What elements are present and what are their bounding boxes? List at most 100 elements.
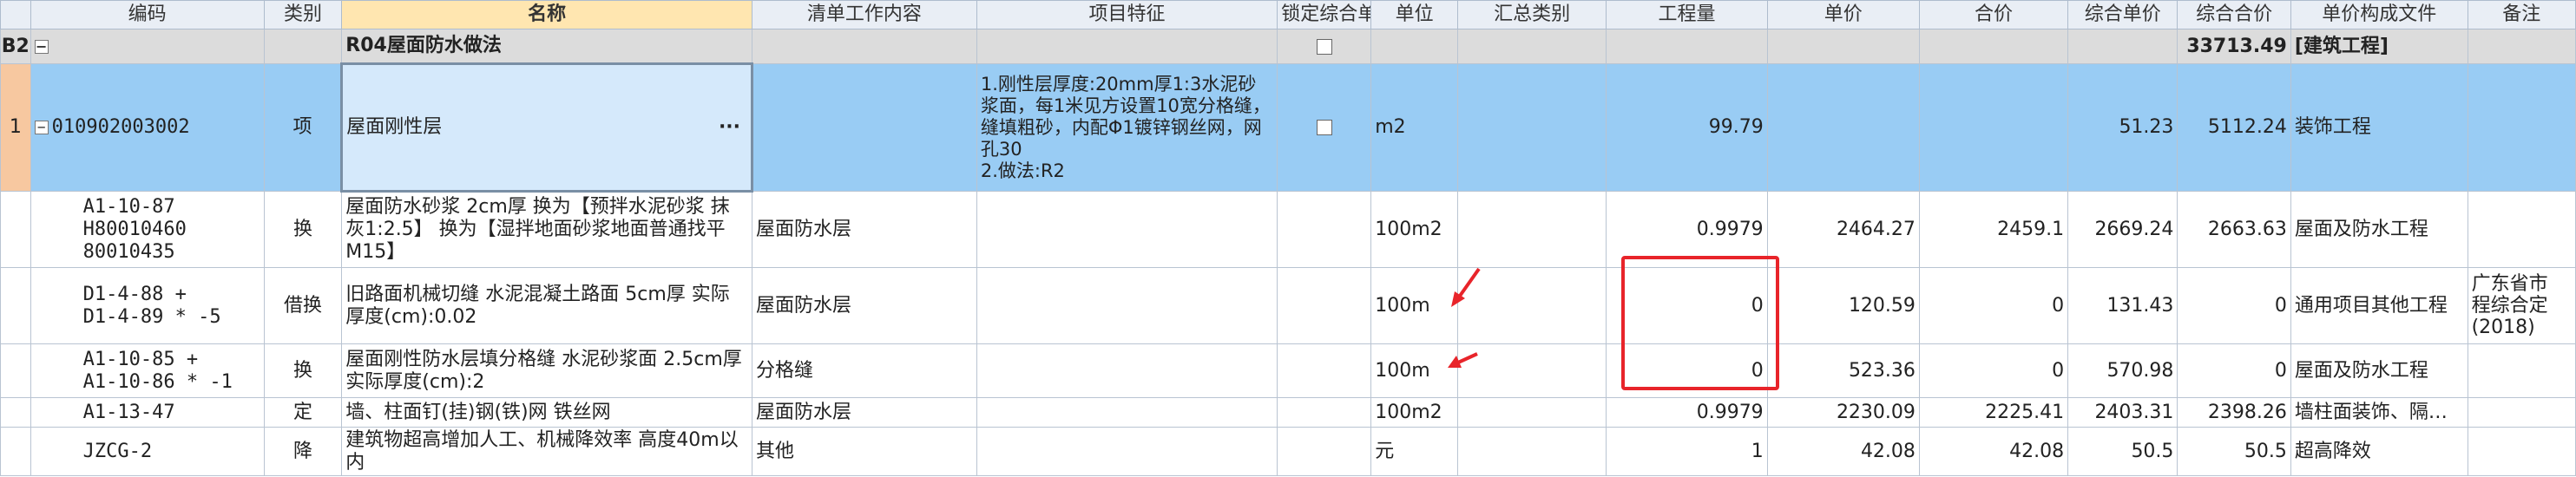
quota-comp-total: 50.5 (2177, 427, 2291, 476)
bill-name: 屋面刚性层 (346, 116, 443, 138)
quota-comp-price: 570.98 (2067, 343, 2178, 398)
col-header-summary-type[interactable]: 汇总类别 (1457, 0, 1607, 29)
quota-name[interactable]: 屋面防水砂浆 2cm厚 换为【预拌水泥砂浆 抹灰1:2.5】 换为【湿拌地面砂浆… (341, 191, 753, 268)
bill-type: 项 (263, 63, 343, 192)
more-icon[interactable]: ··· (719, 116, 740, 139)
table-row[interactable]: A1-13-47 定 墙、柱面钉(挂)钢(铁)网 铁丝网 屋面防水层 100m2… (0, 397, 2576, 428)
quota-quantity[interactable]: 1 (1606, 427, 1768, 476)
col-header-feature[interactable]: 项目特征 (976, 0, 1278, 29)
bill-code: 010902003002 (51, 116, 190, 138)
quota-remark: 广东省市 程综合定 (2018) (2467, 267, 2576, 344)
header-row: 编码 类别 名称 清单工作内容 项目特征 锁定综合单价 单位 汇总类别 工程量 … (0, 0, 2576, 29)
col-header-name[interactable]: 名称 (341, 0, 753, 29)
col-header-comp-price[interactable]: 综合单价 (2067, 0, 2178, 29)
quota-unit-price: 42.08 (1766, 427, 1920, 476)
group-file: [建筑工程] (2290, 29, 2468, 64)
quota-name[interactable]: 墙、柱面钉(挂)钢(铁)网 铁丝网 (341, 397, 753, 428)
quota-unit: 100m (1370, 343, 1459, 398)
quota-unit-price: 2464.27 (1766, 191, 1920, 268)
quota-type: 降 (263, 427, 343, 476)
col-header-unit[interactable]: 单位 (1370, 0, 1459, 29)
bill-comp-price: 51.23 (2067, 63, 2178, 192)
quota-type: 换 (263, 343, 343, 398)
col-header-code[interactable]: 编码 (30, 0, 265, 29)
quota-comp-price: 2403.31 (2067, 397, 2178, 428)
quota-unit-price: 523.36 (1766, 343, 1920, 398)
quota-code: A1-10-87 H80010460 80010435 (30, 191, 265, 268)
quota-unit: 100m2 (1370, 397, 1459, 428)
col-header-price-file[interactable]: 单价构成文件 (2290, 0, 2468, 29)
quota-quantity[interactable]: 0 (1606, 267, 1768, 344)
quota-code: A1-10-85 + A1-10-86 * -1 (30, 343, 265, 398)
quota-comp-total: 2663.63 (2177, 191, 2291, 268)
quota-comp-price: 50.5 (2067, 427, 2178, 476)
quota-unit-price: 120.59 (1766, 267, 1920, 344)
quota-file: 超高降效 (2290, 427, 2468, 476)
quota-total-price: 2459.1 (1918, 191, 2069, 268)
quota-comp-price: 2669.24 (2067, 191, 2178, 268)
quota-comp-total: 0 (2177, 343, 2291, 398)
quota-content: 分格缝 (752, 343, 977, 398)
quota-total-price: 0 (1918, 343, 2069, 398)
collapse-icon[interactable]: − (34, 121, 49, 134)
bill-comp-total: 5112.24 (2177, 63, 2291, 192)
quota-code: JZCG-2 (30, 427, 265, 476)
group-name[interactable]: R04屋面防水做法 (341, 29, 753, 64)
table-row[interactable]: A1-10-87 H80010460 80010435 换 屋面防水砂浆 2cm… (0, 191, 2576, 268)
quota-name[interactable]: 建筑物超高增加人工、机械降效率 高度40m以内 (341, 427, 753, 476)
bill-code-cell: −010902003002 (30, 63, 265, 192)
bill-quantity[interactable]: 99.79 (1606, 63, 1768, 192)
quota-remark (2467, 397, 2576, 428)
col-header-rownum[interactable] (0, 0, 31, 29)
quota-comp-total: 2398.26 (2177, 397, 2291, 428)
row-number: 1 (0, 63, 31, 192)
col-header-lock-price[interactable]: 锁定综合单价 (1277, 0, 1372, 29)
quota-remark (2467, 343, 2576, 398)
lock-checkbox[interactable] (1316, 120, 1332, 135)
quota-comp-price: 131.43 (2067, 267, 2178, 344)
quota-content: 屋面防水层 (752, 267, 977, 344)
lock-checkbox[interactable] (1316, 38, 1332, 55)
bill-grid: 编码 类别 名称 清单工作内容 项目特征 锁定综合单价 单位 汇总类别 工程量 … (0, 0, 2576, 477)
quota-file: 墙柱面装饰、隔… (2290, 397, 2468, 428)
bill-name-cell[interactable]: 屋面刚性层 ··· (340, 62, 754, 193)
table-row[interactable]: A1-10-85 + A1-10-86 * -1 换 屋面刚性防水层填分格缝 水… (0, 343, 2576, 398)
col-header-type[interactable]: 类别 (263, 0, 343, 29)
quota-name[interactable]: 旧路面机械切缝 水泥混凝土路面 5cm厚 实际厚度(cm):0.02 (341, 267, 753, 344)
quota-content: 屋面防水层 (752, 191, 977, 268)
quota-content: 屋面防水层 (752, 397, 977, 428)
quota-total-price: 2225.41 (1918, 397, 2069, 428)
bill-feature[interactable]: 1.刚性层厚度:20mm厚1:3水泥砂浆面，每1米见方设置10宽分格缝，缝填粗砂… (976, 63, 1278, 192)
group-lock-cell (1277, 29, 1372, 64)
col-header-remark[interactable]: 备注 (2467, 0, 2576, 29)
table-row[interactable]: JZCG-2 降 建筑物超高增加人工、机械降效率 高度40m以内 其他 元 1 … (0, 427, 2576, 476)
quota-remark (2467, 427, 2576, 476)
quota-code: D1-4-88 + D1-4-89 * -5 (30, 267, 265, 344)
quota-type: 借换 (263, 267, 343, 344)
quota-quantity[interactable]: 0.9979 (1606, 397, 1768, 428)
quota-type: 换 (263, 191, 343, 268)
col-header-unit-price[interactable]: 单价 (1766, 0, 1920, 29)
quota-remark (2467, 191, 2576, 268)
collapse-icon[interactable]: − (34, 39, 49, 54)
quota-type: 定 (263, 397, 343, 428)
quota-quantity[interactable]: 0 (1606, 343, 1768, 398)
bill-file: 装饰工程 (2290, 63, 2468, 192)
quota-unit-price: 2230.09 (1766, 397, 1920, 428)
bill-lock-cell (1277, 63, 1372, 192)
table-row[interactable]: D1-4-88 + D1-4-89 * -5 借换 旧路面机械切缝 水泥混凝土路… (0, 267, 2576, 344)
quota-unit: 元 (1370, 427, 1459, 476)
group-code-cell: − (30, 29, 265, 64)
selected-bill-row[interactable]: 1 −010902003002 项 屋面刚性层 ··· 1.刚性层厚度:20mm厚… (0, 62, 2576, 193)
col-header-comp-total[interactable]: 综合合价 (2177, 0, 2291, 29)
quota-name[interactable]: 屋面刚性防水层填分格缝 水泥砂浆面 2.5cm厚 实际厚度(cm):2 (341, 343, 753, 398)
quota-code: A1-13-47 (30, 397, 265, 428)
group-row-id: B2 (0, 29, 31, 64)
quota-unit: 100m2 (1370, 191, 1459, 268)
col-header-total-price[interactable]: 合价 (1918, 0, 2069, 29)
quota-quantity[interactable]: 0.9979 (1606, 191, 1768, 268)
col-header-quantity[interactable]: 工程量 (1606, 0, 1768, 29)
group-type-cell (263, 29, 343, 64)
col-header-work-content[interactable]: 清单工作内容 (752, 0, 977, 29)
group-row[interactable]: B2 − R04屋面防水做法 33713.49 [建筑工程] (0, 29, 2576, 64)
